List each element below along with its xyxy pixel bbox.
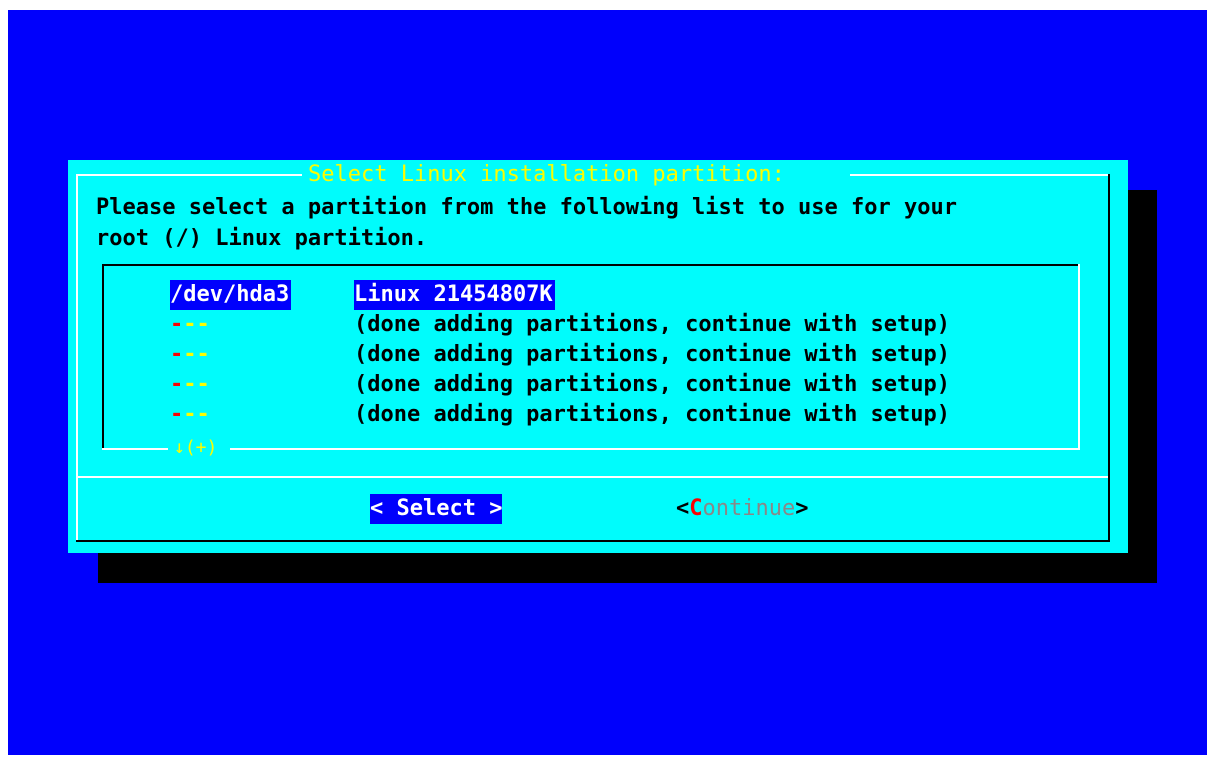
list-item[interactable]: --- (done adding partitions, continue wi… xyxy=(102,370,1072,400)
list-item-hda3[interactable]: /dev/hda3 Linux 21454807K xyxy=(102,280,1072,310)
list-item-label: Linux 21454807K xyxy=(354,280,555,310)
select-button[interactable]: < Select > xyxy=(370,494,503,524)
frame-line xyxy=(850,174,1108,176)
list-border xyxy=(102,264,1080,266)
list-item-tag: --- xyxy=(170,342,210,367)
frame-line xyxy=(76,174,302,176)
list-item-label: (done adding partitions, continue with s… xyxy=(354,402,951,427)
dialog-prompt: Please select a partition from the follo… xyxy=(96,192,957,254)
list-item-label: (done adding partitions, continue with s… xyxy=(354,312,951,337)
list-item-tag: /dev/hda3 xyxy=(170,280,292,310)
list-border xyxy=(230,448,1080,450)
partition-list[interactable]: /dev/hda3 Linux 21454807K --- (done addi… xyxy=(102,264,1080,458)
continue-button[interactable]: <Continue> xyxy=(676,494,808,524)
prompt-line-2: root (/) Linux partition. xyxy=(96,226,428,251)
button-separator xyxy=(78,476,1108,478)
partition-dialog: Select Linux installation partition: Ple… xyxy=(68,160,1128,553)
list-item-tag: --- xyxy=(170,402,210,427)
frame-line xyxy=(76,174,78,541)
list-item[interactable]: --- (done adding partitions, continue wi… xyxy=(102,310,1072,340)
dialog-title: Select Linux installation partition: xyxy=(308,162,785,187)
list-item-tag: --- xyxy=(170,372,210,397)
frame-line xyxy=(76,540,1110,542)
list-border xyxy=(1078,264,1080,450)
list-item[interactable]: --- (done adding partitions, continue wi… xyxy=(102,400,1072,430)
scroll-down-indicator: ↓(+) xyxy=(174,437,218,458)
prompt-line-1: Please select a partition from the follo… xyxy=(96,195,957,220)
list-item-label: (done adding partitions, continue with s… xyxy=(354,372,951,397)
list-border xyxy=(102,448,168,450)
list-item-tag: --- xyxy=(170,312,210,337)
list-item-label: (done adding partitions, continue with s… xyxy=(354,342,951,367)
list-item[interactable]: --- (done adding partitions, continue wi… xyxy=(102,340,1072,370)
frame-line xyxy=(1108,174,1110,541)
